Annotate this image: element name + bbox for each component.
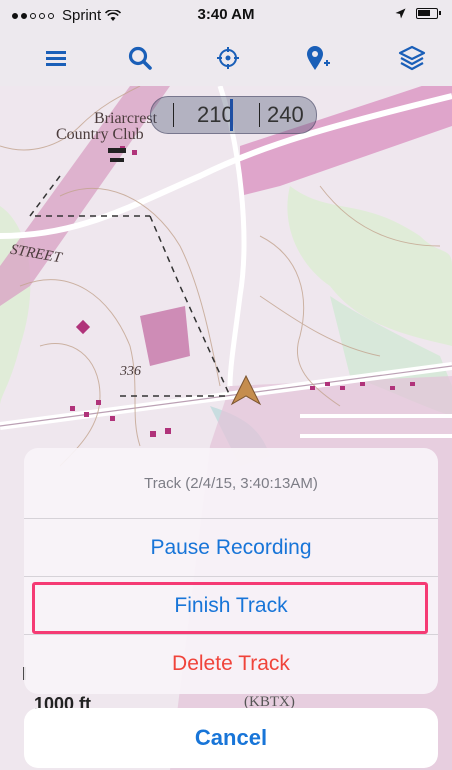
action-sheet-title: Track (2/4/15, 3:40:13AM)	[144, 474, 318, 492]
pause-recording-button[interactable]: Pause Recording	[24, 518, 438, 576]
cancel-button[interactable]: Cancel	[24, 708, 438, 768]
track-action-sheet: Track (2/4/15, 3:40:13AM) Pause Recordin…	[24, 448, 438, 694]
delete-track-button[interactable]: Delete Track	[24, 634, 438, 692]
finish-track-highlight	[32, 582, 428, 634]
